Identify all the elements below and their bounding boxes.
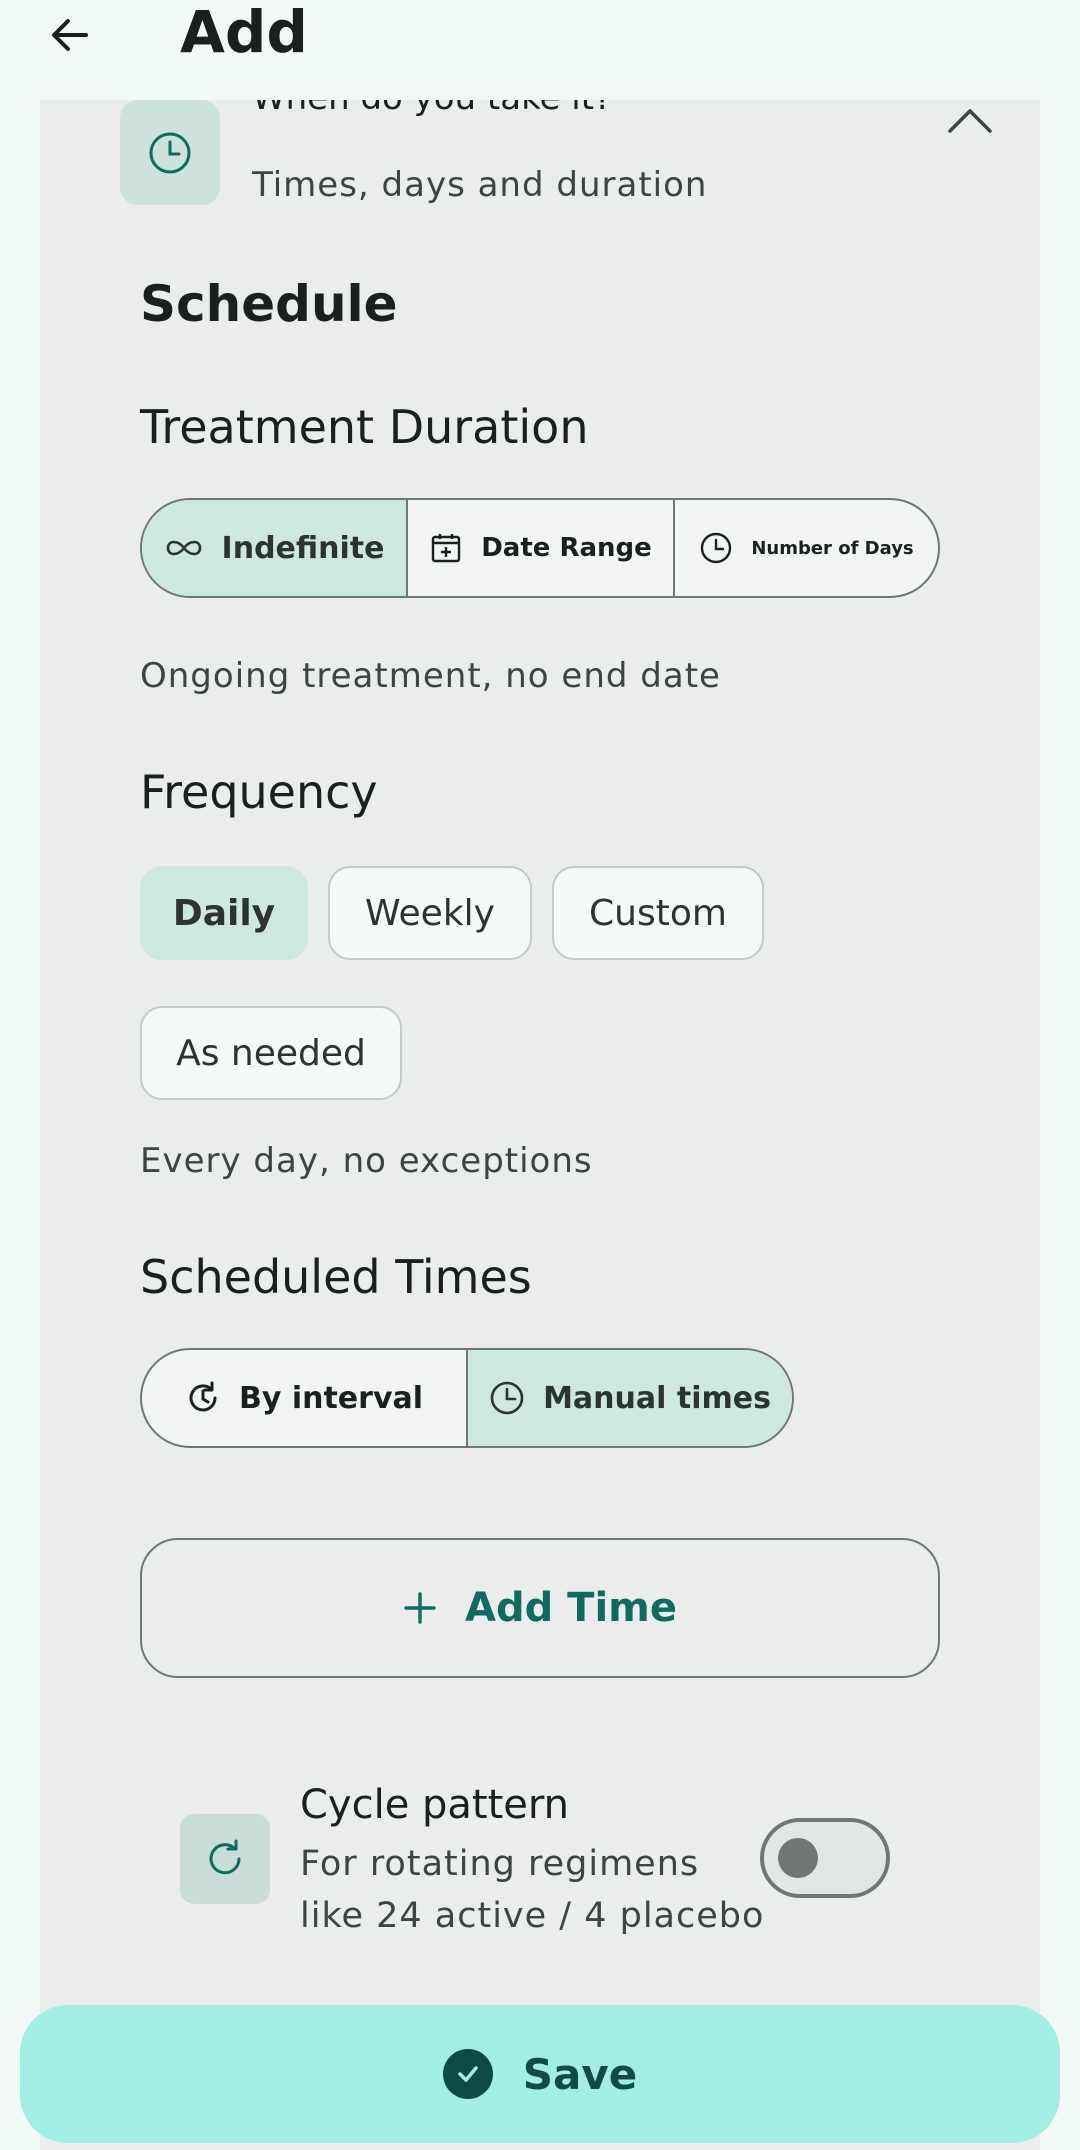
times-option-label: Manual times: [543, 1380, 771, 1416]
frequency-chip-weekly[interactable]: Weekly: [328, 866, 532, 960]
cycle-icon-tile: [180, 1814, 270, 1904]
duration-option-label: Indefinite: [221, 530, 385, 566]
section-header[interactable]: When do you take it? Times, days and dur…: [120, 100, 720, 210]
check-circle-icon: [442, 2049, 493, 2099]
section-icon-tile: [120, 100, 220, 205]
scheduled-times-heading: Scheduled Times: [140, 1250, 532, 1304]
clock-icon: [149, 132, 191, 173]
save-label: Save: [522, 2049, 638, 2099]
section-title: When do you take it?: [252, 100, 612, 142]
section-subtitle: Times, days and duration: [252, 165, 708, 205]
calendar-add-icon: [432, 534, 461, 563]
treatment-duration-heading: Treatment Duration: [140, 400, 589, 454]
schedule-heading: Schedule: [140, 275, 398, 333]
times-option-manual[interactable]: Manual times: [468, 1350, 792, 1446]
clock-icon: [701, 532, 732, 564]
cycle-pattern-description: For rotating regimens like 24 active / 4…: [300, 1844, 765, 1936]
times-option-by-interval[interactable]: By interval: [142, 1350, 468, 1446]
save-button[interactable]: Save: [20, 2005, 1060, 2143]
repeat-icon: [209, 1839, 241, 1875]
duration-option-label: Number of Days: [751, 537, 914, 559]
add-time-button[interactable]: Add Time: [140, 1538, 940, 1678]
infinity-icon: [166, 540, 201, 556]
frequency-chip-custom[interactable]: Custom: [552, 866, 764, 960]
cycle-pattern-title: Cycle pattern: [300, 1782, 570, 1828]
cycle-pattern-toggle[interactable]: [760, 1818, 890, 1898]
add-time-label: Add Time: [465, 1585, 677, 1631]
frequency-helper-text: Every day, no exceptions: [140, 1141, 593, 1181]
frequency-chip-as-needed[interactable]: As needed: [140, 1006, 402, 1100]
top-app-bar: Add: [0, 0, 1080, 100]
frequency-chip-daily[interactable]: Daily: [140, 866, 308, 960]
interval-icon: [189, 1381, 217, 1412]
times-option-label: By interval: [238, 1380, 424, 1416]
times-mode-selector: By interval Manual times: [140, 1348, 794, 1448]
duration-selector: Indefinite Date Range Number of Days: [140, 498, 940, 598]
duration-option-label: Date Range: [481, 533, 652, 563]
toggle-knob: [778, 1838, 818, 1878]
frequency-heading: Frequency: [140, 765, 378, 819]
page-title: Add: [180, 0, 308, 66]
duration-option-indefinite[interactable]: Indefinite: [142, 500, 408, 596]
duration-option-number-of-days[interactable]: Number of Days: [675, 500, 938, 596]
back-button[interactable]: [40, 5, 100, 65]
chevron-up-icon: [948, 109, 992, 133]
clock-icon: [490, 1381, 524, 1415]
arrow-left-icon: [52, 19, 88, 51]
plus-icon: [404, 1592, 436, 1624]
duration-helper-text: Ongoing treatment, no end date: [140, 656, 721, 696]
duration-option-date-range[interactable]: Date Range: [408, 500, 675, 596]
